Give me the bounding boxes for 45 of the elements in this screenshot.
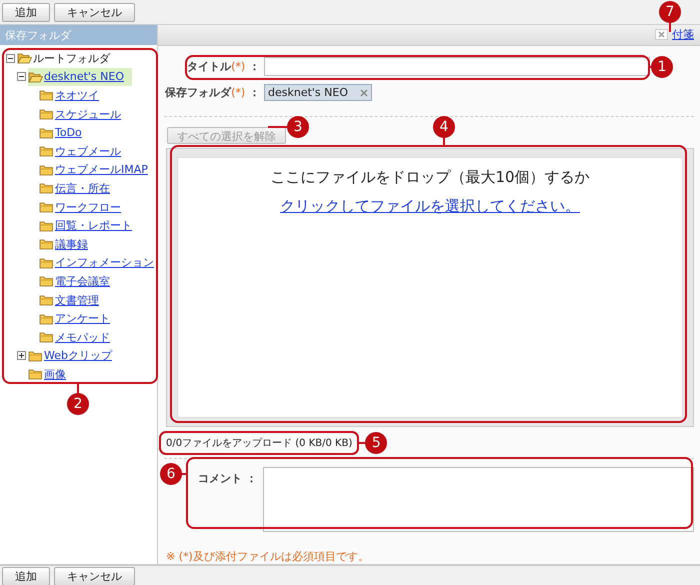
folder-item[interactable]: アンケート [55, 311, 110, 326]
folder-icon [17, 52, 32, 64]
add-button[interactable]: 追加 [2, 2, 50, 22]
add-button[interactable]: 追加 [2, 566, 50, 585]
close-icon[interactable] [655, 29, 668, 40]
folder-item[interactable]: ウェブメールIMAP [55, 162, 148, 178]
title-field[interactable] [264, 57, 650, 76]
required-note: ※ (*)及び添付ファイルは必須項目です。 [166, 549, 370, 564]
collapse-toggle[interactable] [6, 54, 15, 63]
file-drop-zone[interactable]: ここにファイルをドロップ（最大10個）するか クリックしてファイルを選択してください。 [177, 156, 683, 418]
folder-item[interactable]: 文書管理 [55, 292, 99, 308]
drop-prompt: ここにファイルをドロップ（最大10個）するか [270, 168, 590, 187]
folder-item[interactable]: 伝言・所在 [55, 180, 110, 196]
callout-number: 5 [365, 432, 388, 454]
folder-item[interactable]: 画像 [44, 366, 66, 382]
leader-line [268, 126, 288, 128]
folder-item[interactable]: インフォメーション [55, 255, 154, 270]
remove-icon[interactable] [360, 88, 368, 97]
comment-label: コメント ： [197, 471, 257, 486]
folder-icon [28, 350, 43, 362]
folder-item[interactable]: ウェブメール [55, 144, 121, 159]
folder-item[interactable]: 回覧・レポート [55, 218, 132, 234]
select-file-link[interactable]: クリックしてファイルを選択してください。 [280, 196, 580, 216]
folder-label: 保存フォルダ(*) ： [164, 85, 260, 100]
cancel-button[interactable]: キャンセル [54, 2, 135, 22]
upload-status: 0/0ファイルをアップロード (0 KB/0 KB) [166, 438, 352, 449]
comment-field[interactable] [263, 467, 694, 532]
folder-item[interactable]: メモパッド [55, 330, 110, 345]
collapse-toggle[interactable] [17, 72, 26, 82]
folder-item[interactable]: Webクリップ [44, 348, 112, 364]
folder-icon [28, 70, 43, 83]
folder-item[interactable]: 議事録 [55, 236, 88, 252]
folder-item[interactable]: ToDo [55, 126, 82, 140]
title-label: タイトル(*) ： [186, 59, 260, 74]
folder-tag[interactable]: desknet's NEO [264, 84, 372, 102]
cancel-button[interactable]: キャンセル [54, 566, 135, 585]
expand-toggle[interactable] [17, 351, 26, 360]
folder-item[interactable]: desknet's NEO [44, 70, 124, 84]
folder-item[interactable]: ルートフォルダ [33, 50, 110, 66]
folder-item[interactable]: スケジュール [55, 106, 121, 122]
folder-item[interactable]: ネオツイ [55, 88, 99, 103]
sticky-note-link[interactable]: 付箋 [672, 27, 694, 42]
folder-item[interactable]: 電子会議室 [55, 274, 110, 289]
sidebar-title: 保存フォルダ [0, 25, 157, 45]
folder-item[interactable]: ワークフロー [55, 200, 121, 215]
